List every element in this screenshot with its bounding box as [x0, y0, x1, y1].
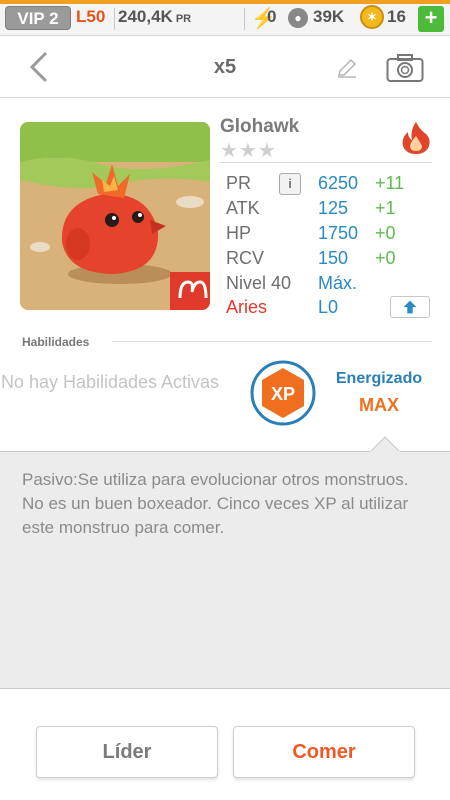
- stat-bonus: +11: [375, 173, 405, 193]
- divider: [112, 341, 432, 342]
- stat-bonus: +1: [375, 198, 396, 218]
- star-rating: ★★★: [220, 140, 277, 162]
- xp-badge-icon: XP: [250, 360, 316, 426]
- description-text: Pasivo:Se utiliza para evolucionar otros…: [22, 470, 409, 537]
- divider: [244, 8, 245, 30]
- stat-bonus: +0: [375, 248, 396, 268]
- level-value: Máx.: [318, 273, 358, 293]
- stat-row-atk: ATK 125 +1: [226, 198, 436, 220]
- xp-badge-label: XP: [271, 384, 295, 404]
- no-skills-text: No hay Habilidades Activas: [0, 372, 220, 392]
- monster-count: 39K: [313, 7, 345, 26]
- stat-label: HP: [226, 223, 252, 243]
- stat-row-level: Nivel 40 Máx.: [226, 273, 436, 295]
- zodiac-value: L0: [318, 297, 339, 317]
- pointer-caret: [370, 436, 400, 452]
- add-coins-button[interactable]: +: [418, 6, 444, 32]
- stat-label: PR: [226, 173, 252, 193]
- status-accent-line: [0, 0, 450, 4]
- pencil-icon[interactable]: [335, 56, 359, 80]
- status-bar: VIP 2 L50 240,4K PR ⚡ 0 ● 39K ✶ 16 +: [0, 0, 450, 36]
- energized-value: MAX: [359, 395, 399, 415]
- player-power: 240,4K PR: [118, 7, 191, 27]
- stat-value: 150: [318, 248, 349, 268]
- paw-icon: ●: [288, 8, 308, 28]
- coin-count: 16: [387, 7, 406, 26]
- skills-section-title: Habilidades: [22, 335, 90, 349]
- monster-name: Glohawk: [220, 116, 300, 137]
- upgrade-arrow-icon[interactable]: [390, 296, 430, 318]
- stat-value: 125: [318, 198, 349, 218]
- divider: [220, 162, 432, 163]
- energy-count: 0: [267, 7, 277, 26]
- leader-button[interactable]: Líder: [36, 726, 218, 778]
- zodiac-label: Aries: [226, 297, 268, 317]
- stat-value: 6250: [318, 173, 359, 193]
- camera-icon[interactable]: [386, 53, 424, 83]
- fire-icon: [402, 122, 430, 154]
- nav-bar: x5: [0, 36, 450, 98]
- stat-label: RCV: [226, 248, 265, 268]
- stat-row-rcv: RCV 150 +0: [226, 248, 436, 270]
- divider: [114, 8, 115, 30]
- energized-label: Energizado: [335, 370, 423, 387]
- player-power-unit: PR: [175, 13, 192, 25]
- player-level: L50: [76, 7, 106, 26]
- stat-row-hp: HP 1750 +0: [226, 223, 436, 245]
- stat-bonus: +0: [375, 223, 396, 243]
- page-title: x5: [213, 56, 237, 78]
- monster-portrait[interactable]: [20, 122, 210, 310]
- stat-label: ATK: [226, 198, 260, 218]
- stat-row-pr: PR 6250 +11: [226, 173, 436, 195]
- coin-icon: ✶: [360, 5, 384, 29]
- vip-badge[interactable]: VIP 2: [5, 6, 71, 30]
- stat-value: 1750: [318, 223, 359, 243]
- info-button[interactable]: i: [279, 173, 301, 195]
- level-label: Nivel 40: [226, 273, 292, 293]
- eat-button[interactable]: Comer: [233, 726, 415, 778]
- player-power-value: 240,4K: [118, 7, 173, 26]
